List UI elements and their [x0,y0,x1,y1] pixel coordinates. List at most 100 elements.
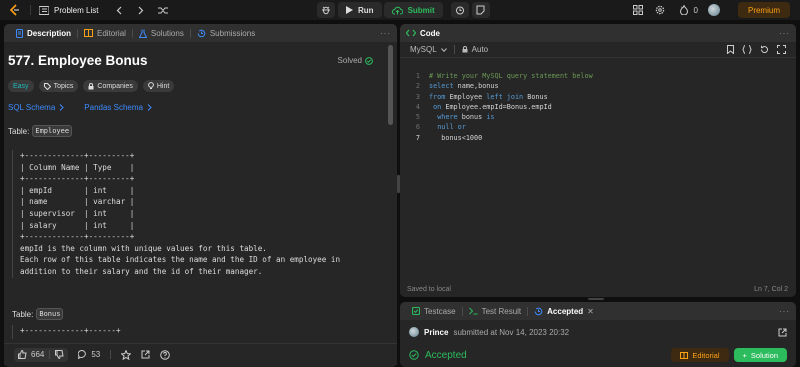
favorite-button[interactable] [121,349,132,360]
chevron-left-icon[interactable] [112,3,126,17]
top-bar: Problem List Run Submit 0 Premium [0,0,800,20]
more-icon[interactable]: ··· [380,29,391,38]
tab-label: Test Result [481,306,522,316]
table-label: Table: [12,309,34,319]
tab-solutions[interactable]: Solutions [133,24,190,42]
bonus-schema-block: +-------------+------+ [12,325,372,339]
tag-row: Easy Topics Companies Hint [8,80,383,92]
username[interactable]: Prince [424,328,448,337]
format-braces-icon[interactable] [742,45,752,54]
cloud-upload-icon [391,6,403,14]
tab-code[interactable]: Code [406,24,446,42]
tab-test-result[interactable]: Test Result [463,302,528,320]
cursor-position: Ln 7, Col 2 [754,286,788,293]
auto-toggle[interactable]: Auto [462,45,488,54]
editor-toolbar: MySQL Auto [400,42,796,58]
expand-icon[interactable] [777,45,786,54]
thumbs-down-icon [55,350,64,359]
language-label: MySQL [410,45,437,54]
plus-icon: + [742,350,747,360]
shuffle-icon[interactable] [156,3,170,17]
tab-testcase[interactable]: Testcase [406,302,462,320]
like-count: 664 [31,350,45,359]
tab-label: Description [27,28,72,38]
result-panel: Testcase Test Result Accepted ✕ ··· Prin… [400,302,796,367]
problem-list-link[interactable]: Problem List [54,6,98,15]
editorial-label: Editorial [692,350,720,360]
tab-label: Editorial [97,28,126,38]
code-editor[interactable]: # Write your MySQL query statement below… [429,71,593,143]
table-heading: Table: Employee [8,125,383,137]
avatar[interactable] [707,4,720,16]
lightbulb-icon [147,82,154,89]
comments-button[interactable]: 53 [78,350,100,359]
dislike-button[interactable] [55,350,64,359]
submit-label: Submit [407,5,435,15]
line-number: 5 [415,113,420,122]
topics-tag[interactable]: Topics [38,80,79,92]
terminal-icon [468,307,478,315]
line-number: 1 [415,72,420,80]
editor-actions [727,45,786,54]
close-icon[interactable]: ✕ [587,307,594,316]
leetcode-logo-icon[interactable] [8,4,20,16]
tab-submissions[interactable]: Submissions [191,24,261,42]
solution-button[interactable]: + Solution [733,348,787,362]
tag-label: Hint [156,82,170,90]
code-header: Code ··· [400,24,796,42]
like-dislike-group: 664 [14,347,69,362]
table-name: Bonus [36,308,64,320]
pandas-schema-link[interactable]: Pandas Schema [84,103,152,112]
divider [453,45,455,54]
reset-icon[interactable] [760,45,769,54]
share-icon [141,350,150,359]
accepted-row: Accepted Editorial + Solution [400,347,796,363]
alarm-clock-icon[interactable] [450,2,469,18]
line-number: 2 [415,82,420,91]
tab-editorial[interactable]: Editorial [78,24,132,42]
code-panel: Code ··· MySQL Auto [400,24,796,297]
list-icon[interactable] [39,5,49,15]
submit-button[interactable]: Submit [383,2,443,18]
hint-tag[interactable]: Hint [142,80,175,92]
lock-icon [462,46,468,53]
like-button[interactable]: 664 [18,350,44,359]
editorial-button[interactable]: Editorial [671,348,729,362]
description-tabs: Description Editorial Solutions Submissi… [4,24,397,42]
link-label: Pandas Schema [84,103,143,112]
divider [110,350,112,359]
more-icon[interactable]: ··· [779,29,790,38]
premium-button[interactable]: Premium [737,2,790,18]
avatar[interactable] [409,327,419,337]
tab-description[interactable]: Description [10,24,77,42]
gear-icon[interactable] [652,2,668,18]
doc-icon [16,28,23,38]
help-button[interactable] [160,349,171,360]
tab-accepted[interactable]: Accepted ✕ [528,302,600,320]
solved-badge: Solved [338,56,373,65]
sql-schema-link[interactable]: SQL Schema [8,103,64,112]
share-button[interactable] [141,350,150,359]
companies-tag[interactable]: Companies [83,80,138,92]
fire-icon[interactable] [676,2,692,18]
lock-icon [88,82,94,89]
chevron-right-icon [147,104,152,111]
note-icon[interactable] [471,2,490,18]
chevron-right-icon [59,104,64,111]
line-number: 6 [415,123,420,132]
history-icon [534,307,543,315]
difficulty-badge[interactable]: Easy [8,80,34,92]
more-icon[interactable]: ··· [779,307,790,316]
horizontal-splitter-handle[interactable] [588,298,604,300]
run-button[interactable]: Run [338,2,382,18]
bookmark-icon[interactable] [727,45,734,54]
external-link-icon[interactable] [778,328,787,337]
debug-icon[interactable] [317,2,335,18]
language-select[interactable]: MySQL [410,45,447,54]
layout-grid-icon[interactable] [630,2,646,18]
book-icon [84,29,94,37]
chevron-right-icon[interactable] [134,3,148,17]
check-circle-icon [409,350,419,360]
result-tabs: Testcase Test Result Accepted ✕ ··· [400,302,796,320]
scrollbar[interactable] [388,45,393,125]
